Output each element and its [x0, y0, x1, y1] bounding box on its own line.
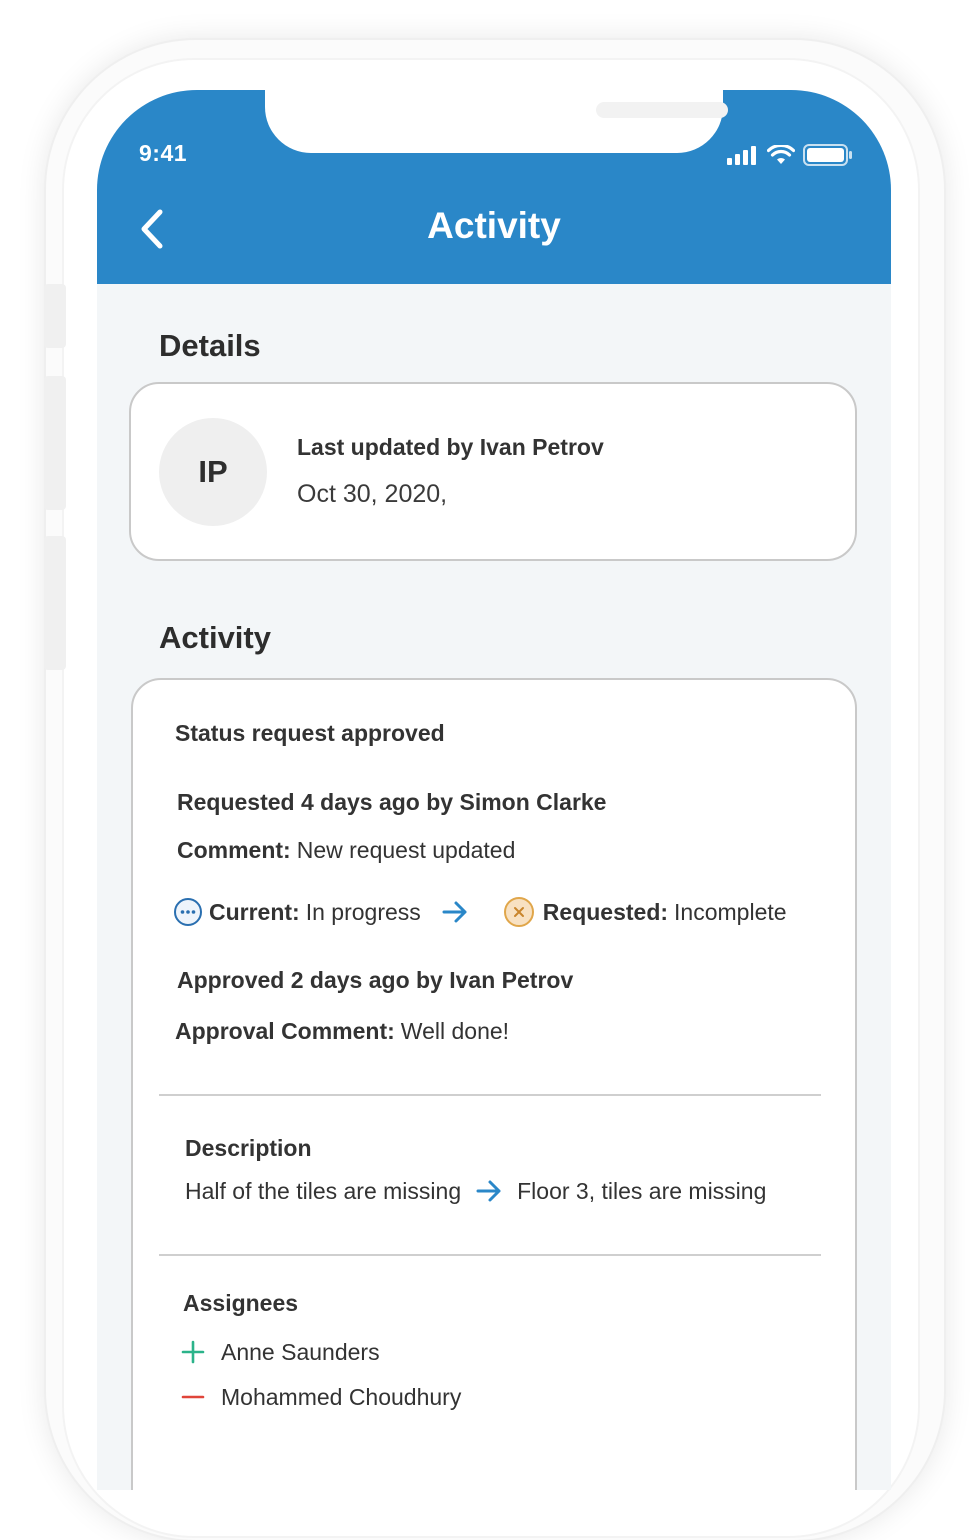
description-old-value: Half of the tiles are missing: [185, 1177, 462, 1204]
approval-comment-row: Approval Comment: Well done!: [175, 1018, 509, 1045]
minus-icon: [181, 1395, 205, 1399]
approval-comment-value: Well done!: [400, 1018, 510, 1044]
arrow-right-icon: [476, 1180, 501, 1202]
description-change-row: Half of the tiles are missing Floor 3, t…: [185, 1175, 766, 1207]
status-change-row: Current: In progress Requested: Incomple…: [173, 896, 787, 928]
status-icons: [727, 144, 853, 166]
comment-row: Comment: New request updated: [177, 837, 515, 864]
phone-speaker: [596, 102, 728, 118]
last-updated-by: Last updated by Ivan Petrov: [297, 434, 604, 460]
approved-line: Approved 2 days ago by Ivan Petrov: [177, 967, 574, 993]
requested-line: Requested 4 days ago by Simon Clarke: [177, 789, 607, 815]
current-status-label: Current:: [209, 898, 300, 925]
divider: [159, 1254, 821, 1256]
nav-header: 9:41 Activity: [97, 90, 891, 284]
signal-bars-icon: [727, 146, 756, 165]
assignees-title: Assignees: [183, 1290, 299, 1316]
wifi-icon: [767, 145, 795, 164]
arrow-right-icon: [442, 901, 467, 923]
requested-status-label: Requested:: [542, 898, 669, 925]
comment-value: New request updated: [296, 837, 516, 863]
approval-comment-label: Approval Comment:: [175, 1018, 395, 1044]
description-new-value: Floor 3, tiles are missing: [517, 1177, 767, 1204]
phone-volume-up-button: [44, 376, 66, 510]
status-request-title: Status request approved: [175, 720, 445, 746]
details-card: IP Last updated by Ivan Petrov Oct 30, 2…: [129, 382, 857, 561]
comment-label: Comment:: [177, 837, 291, 863]
divider: [159, 1094, 821, 1096]
battery-icon: [803, 144, 852, 166]
assignee-added-name: Anne Saunders: [221, 1338, 380, 1365]
activity-section-title: Activity: [159, 620, 271, 655]
page-title: Activity: [427, 205, 561, 246]
assignee-added-row: Anne Saunders: [181, 1336, 380, 1368]
avatar: IP: [159, 418, 267, 526]
requested-status-value: Incomplete: [674, 898, 787, 925]
assignee-removed-row: Mohammed Choudhury: [181, 1381, 461, 1413]
current-status-value: In progress: [305, 898, 421, 925]
app-screen: 9:41 Activity Details IP Last updated by…: [97, 90, 891, 1490]
description-title: Description: [185, 1135, 312, 1161]
assignee-removed-name: Mohammed Choudhury: [221, 1383, 462, 1410]
x-circle-icon: [503, 897, 534, 927]
last-updated-date: Oct 30, 2020,: [297, 480, 448, 508]
phone-volume-down-button: [44, 536, 66, 670]
phone-mute-switch: [44, 284, 66, 348]
activity-card: Status request approved Requested 4 days…: [131, 678, 857, 1490]
details-section-title: Details: [159, 328, 261, 363]
phone-notch: [265, 90, 728, 153]
status-time: 9:41: [139, 140, 188, 166]
plus-icon: [181, 1340, 205, 1364]
ellipsis-circle-icon: [174, 898, 202, 926]
